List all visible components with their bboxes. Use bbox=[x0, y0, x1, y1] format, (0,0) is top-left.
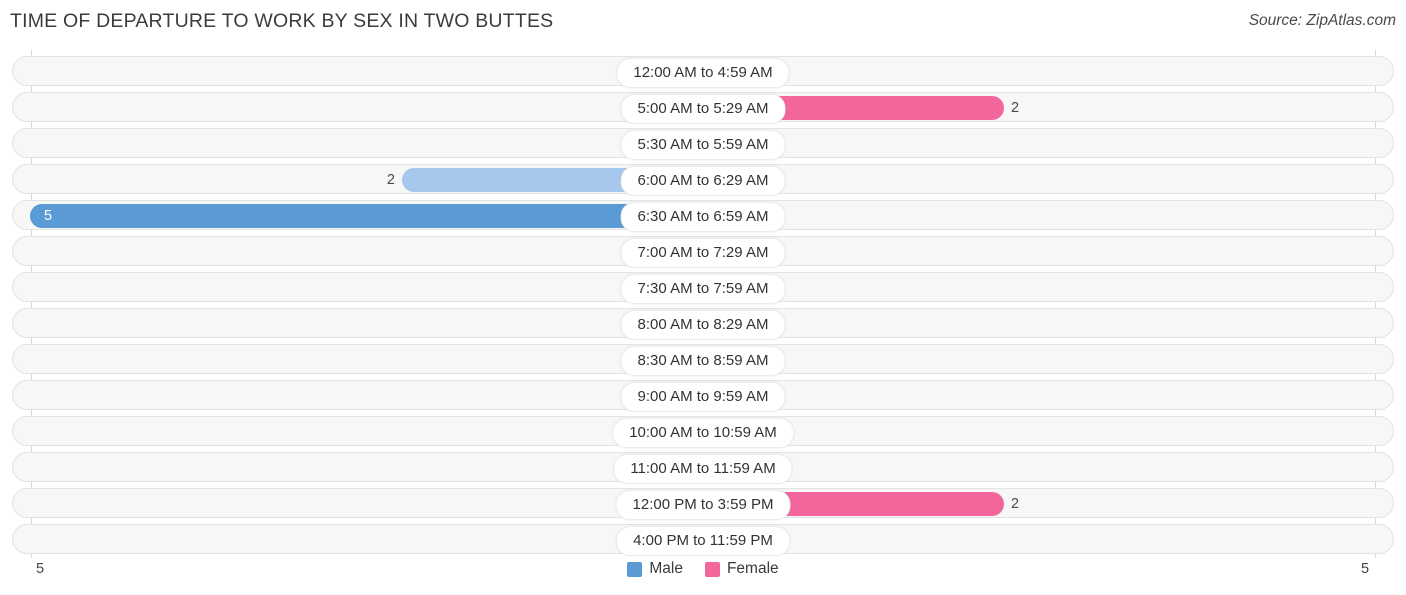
chart-row[interactable]: 0011:00 AM to 11:59 AM bbox=[12, 452, 1394, 484]
category-label: 12:00 PM to 3:59 PM bbox=[615, 490, 791, 520]
value-label-male: 2 bbox=[386, 172, 395, 188]
value-label-female: 2 bbox=[1011, 100, 1020, 116]
category-label: 8:30 AM to 8:59 AM bbox=[620, 346, 786, 376]
legend-label: Male bbox=[649, 560, 683, 577]
source-attribution: Source: ZipAtlas.com bbox=[1248, 12, 1396, 29]
category-label: 4:00 PM to 11:59 PM bbox=[616, 526, 790, 556]
chart-row[interactable]: 025:00 AM to 5:29 AM bbox=[12, 92, 1394, 124]
legend-item[interactable]: Female bbox=[704, 560, 779, 578]
chart-row[interactable]: 008:00 AM to 8:29 AM bbox=[12, 308, 1394, 340]
chart-row[interactable]: 008:30 AM to 8:59 AM bbox=[12, 344, 1394, 376]
category-label: 9:00 AM to 9:59 AM bbox=[620, 382, 786, 412]
chart-plot-area: 0012:00 AM to 4:59 AM025:00 AM to 5:29 A… bbox=[0, 50, 1406, 558]
category-label: 7:30 AM to 7:59 AM bbox=[620, 274, 786, 304]
legend-swatch-icon bbox=[704, 561, 720, 577]
chart-row[interactable]: 506:30 AM to 6:59 AM bbox=[12, 200, 1394, 232]
chart-row[interactable]: 0212:00 PM to 3:59 PM bbox=[12, 488, 1394, 520]
chart-header: TIME OF DEPARTURE TO WORK BY SEX IN TWO … bbox=[0, 0, 1406, 45]
category-label: 6:30 AM to 6:59 AM bbox=[620, 202, 786, 232]
chart-row[interactable]: 005:30 AM to 5:59 AM bbox=[12, 128, 1394, 160]
bar-male[interactable] bbox=[30, 204, 702, 228]
category-label: 6:00 AM to 6:29 AM bbox=[620, 166, 786, 196]
category-label: 8:00 AM to 8:29 AM bbox=[620, 310, 786, 340]
category-label: 7:00 AM to 7:29 AM bbox=[620, 238, 786, 268]
category-label: 5:00 AM to 5:29 AM bbox=[620, 94, 786, 124]
category-label: 11:00 AM to 11:59 AM bbox=[613, 454, 793, 484]
chart-row[interactable]: 007:30 AM to 7:59 AM bbox=[12, 272, 1394, 304]
legend-item[interactable]: Male bbox=[627, 560, 683, 578]
chart-row[interactable]: 009:00 AM to 9:59 AM bbox=[12, 380, 1394, 412]
value-label-female: 2 bbox=[1011, 496, 1020, 512]
chart-row[interactable]: 0012:00 AM to 4:59 AM bbox=[12, 56, 1394, 88]
category-label: 10:00 AM to 10:59 AM bbox=[612, 418, 794, 448]
chart-footer: 5 5 Male Female bbox=[0, 555, 1406, 595]
chart-legend: Male Female bbox=[0, 560, 1406, 578]
legend-swatch-icon bbox=[627, 561, 643, 577]
chart-row[interactable]: 0010:00 AM to 10:59 AM bbox=[12, 416, 1394, 448]
category-label: 5:30 AM to 5:59 AM bbox=[620, 130, 786, 160]
page-title: TIME OF DEPARTURE TO WORK BY SEX IN TWO … bbox=[10, 10, 554, 32]
chart-row[interactable]: 004:00 PM to 11:59 PM bbox=[12, 524, 1394, 556]
category-label: 12:00 AM to 4:59 AM bbox=[616, 58, 790, 88]
chart-row[interactable]: 206:00 AM to 6:29 AM bbox=[12, 164, 1394, 196]
chart-row[interactable]: 007:00 AM to 7:29 AM bbox=[12, 236, 1394, 268]
value-label-male: 5 bbox=[44, 208, 53, 224]
legend-label: Female bbox=[726, 560, 779, 577]
